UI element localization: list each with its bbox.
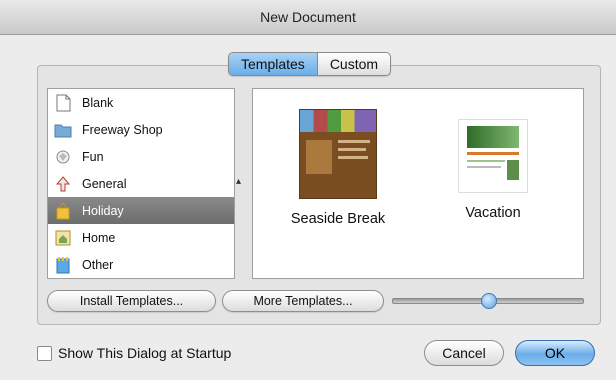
category-label: Holiday xyxy=(82,203,124,218)
tab-segmented-control: Templates Custom xyxy=(228,52,392,76)
category-item-fun[interactable]: Fun xyxy=(48,143,234,170)
vacation-thumbnail xyxy=(458,119,528,193)
install-templates-button[interactable]: Install Templates... xyxy=(47,290,216,312)
category-label: Freeway Shop xyxy=(82,122,163,137)
cancel-button[interactable]: Cancel xyxy=(424,340,504,366)
category-item-freeway-shop[interactable]: Freeway Shop xyxy=(48,116,234,143)
window-titlebar: New Document xyxy=(0,0,616,35)
thumbnail-size-slider[interactable] xyxy=(392,293,584,309)
category-label: Other xyxy=(82,257,114,272)
category-list[interactable]: Blank Freeway Shop Fun General Holiday H… xyxy=(47,88,235,279)
template-preview-panel: Seaside Break Vacation xyxy=(252,88,584,279)
category-item-home[interactable]: Home xyxy=(48,224,234,251)
category-label: Blank xyxy=(82,95,114,110)
splitter-arrow-icon[interactable]: ▴ xyxy=(236,176,241,187)
fun-icon xyxy=(54,148,72,166)
template-item-seaside-break[interactable]: Seaside Break xyxy=(263,99,413,227)
window-title: New Document xyxy=(260,9,356,25)
ok-button[interactable]: OK xyxy=(515,340,595,366)
tab-templates[interactable]: Templates xyxy=(229,53,318,75)
category-label: Fun xyxy=(82,149,104,164)
tab-custom[interactable]: Custom xyxy=(318,53,390,75)
more-templates-button[interactable]: More Templates... xyxy=(222,290,384,312)
general-arrow-icon xyxy=(54,175,72,193)
template-label: Seaside Break xyxy=(290,211,386,227)
home-icon xyxy=(54,229,72,247)
category-item-other[interactable]: Other xyxy=(48,251,234,278)
category-item-general[interactable]: General xyxy=(48,170,234,197)
category-label: Home xyxy=(82,230,116,245)
template-item-vacation[interactable]: Vacation xyxy=(418,99,568,221)
slider-knob[interactable] xyxy=(481,293,497,309)
template-label: Vacation xyxy=(465,205,521,221)
startup-checkbox-label: Show This Dialog at Startup xyxy=(58,345,232,361)
blank-document-icon xyxy=(54,94,72,112)
category-item-blank[interactable]: Blank xyxy=(48,89,234,116)
startup-checkbox-row[interactable]: Show This Dialog at Startup xyxy=(37,345,231,361)
folder-icon xyxy=(54,121,72,139)
other-icon xyxy=(54,256,72,274)
show-dialog-at-startup-checkbox[interactable] xyxy=(37,345,52,361)
holiday-icon xyxy=(54,201,72,220)
category-label: General xyxy=(82,176,127,191)
category-item-holiday[interactable]: Holiday xyxy=(48,197,234,224)
seaside-break-thumbnail xyxy=(299,109,377,199)
